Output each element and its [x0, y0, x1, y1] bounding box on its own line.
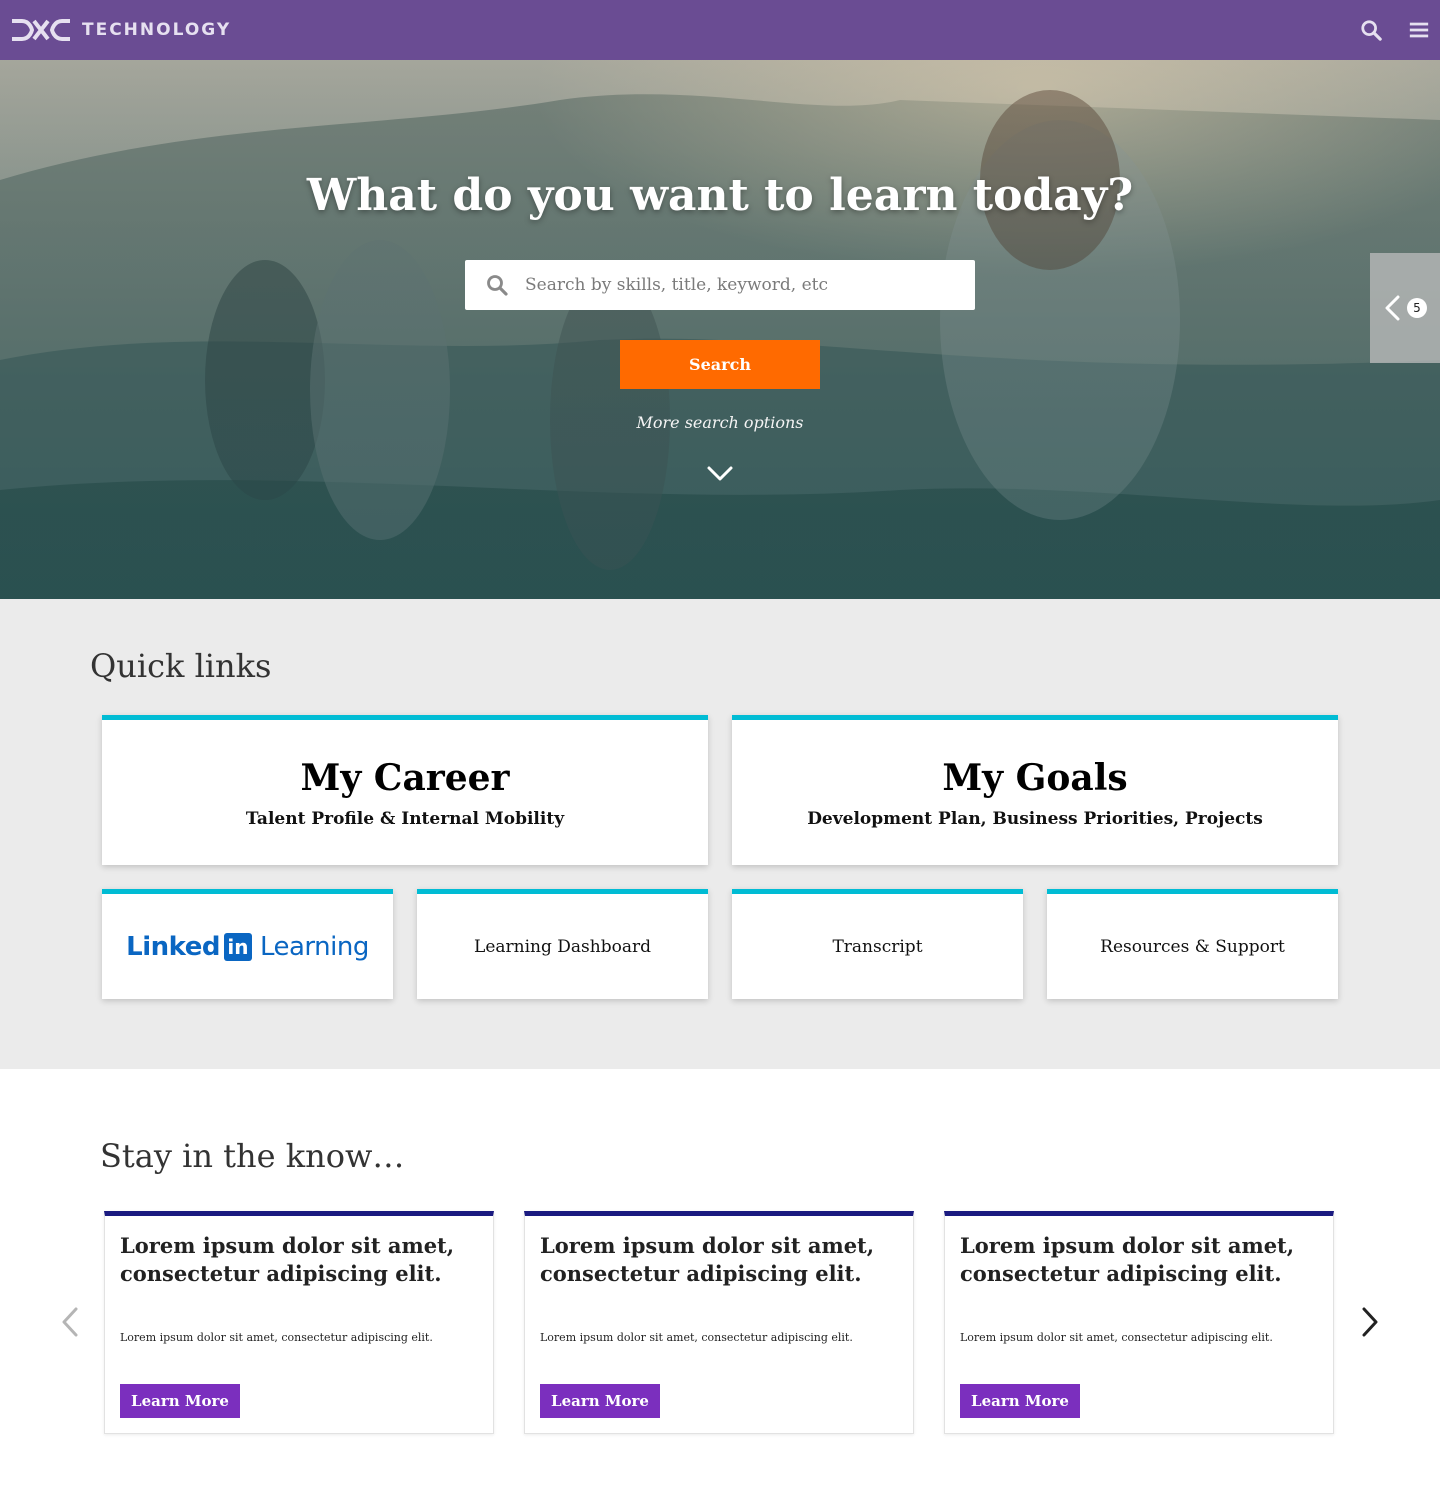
- search-icon[interactable]: [1360, 19, 1382, 41]
- search-bar: [465, 260, 975, 310]
- learn-more-button[interactable]: Learn More: [960, 1384, 1080, 1418]
- stay-in-the-know-section: Stay in the know… Lorem ipsum dolor sit …: [0, 1069, 1440, 1494]
- brand-text: TECHNOLOGY: [82, 20, 232, 40]
- top-nav-bar: TECHNOLOGY: [0, 0, 1440, 60]
- my-career-subtitle: Talent Profile & Internal Mobility: [245, 808, 565, 829]
- my-goals-title: My Goals: [942, 756, 1128, 799]
- dxc-logo-icon: [12, 19, 70, 41]
- my-goals-subtitle: Development Plan, Business Priorities, P…: [807, 808, 1263, 829]
- search-icon: [487, 275, 508, 296]
- linkedin-learning-logo: Linked in Learning: [126, 932, 369, 962]
- stay-in-the-know-title: Stay in the know…: [100, 1137, 405, 1175]
- news-card: Lorem ipsum dolor sit amet, consectetur …: [524, 1211, 914, 1434]
- my-career-title: My Career: [300, 756, 510, 799]
- transcript-label: Transcript: [832, 936, 923, 957]
- logo-linked-text: Linked: [126, 931, 220, 962]
- search-input[interactable]: [525, 262, 965, 308]
- news-card-body: Lorem ipsum dolor sit amet, consectetur …: [540, 1331, 853, 1344]
- quick-links-section: Quick links My Career Talent Profile & I…: [0, 599, 1440, 1069]
- chevron-down-icon[interactable]: [706, 464, 734, 484]
- resources-support-label: Resources & Support: [1100, 936, 1285, 957]
- news-card: Lorem ipsum dolor sit amet, consectetur …: [104, 1211, 494, 1434]
- notification-count-badge: 5: [1407, 298, 1427, 318]
- my-career-card[interactable]: My Career Talent Profile & Internal Mobi…: [102, 715, 708, 865]
- nav-actions: [1360, 19, 1430, 41]
- resources-support-card[interactable]: Resources & Support: [1047, 889, 1338, 999]
- learning-dashboard-card[interactable]: Learning Dashboard: [417, 889, 708, 999]
- news-card: Lorem ipsum dolor sit amet, consectetur …: [944, 1211, 1334, 1434]
- news-card-body: Lorem ipsum dolor sit amet, consectetur …: [960, 1331, 1273, 1344]
- news-card-title: Lorem ipsum dolor sit amet, consectetur …: [960, 1233, 1295, 1286]
- side-panel-toggle[interactable]: 5: [1370, 253, 1440, 363]
- news-card-title: Lorem ipsum dolor sit amet, consectetur …: [120, 1233, 455, 1286]
- hamburger-menu-icon[interactable]: [1408, 19, 1430, 41]
- carousel-next-icon[interactable]: [1359, 1306, 1381, 1338]
- news-card-title: Lorem ipsum dolor sit amet, consectetur …: [540, 1233, 875, 1286]
- brand-logo[interactable]: TECHNOLOGY: [10, 18, 231, 42]
- carousel-prev-icon[interactable]: [59, 1306, 81, 1338]
- learn-more-button[interactable]: Learn More: [540, 1384, 660, 1418]
- news-card-body: Lorem ipsum dolor sit amet, consectetur …: [120, 1331, 433, 1344]
- quick-links-title: Quick links: [90, 647, 272, 685]
- learning-dashboard-label: Learning Dashboard: [474, 936, 651, 957]
- hero-title: What do you want to learn today?: [306, 170, 1134, 221]
- chevron-left-icon: [1385, 295, 1400, 321]
- logo-learning-text: Learning: [259, 931, 369, 962]
- hero-overlay: [0, 60, 1440, 599]
- hero-banner: What do you want to learn today? Search …: [0, 60, 1440, 599]
- linkedin-in-icon: in: [223, 932, 252, 961]
- search-button[interactable]: Search: [620, 340, 820, 389]
- my-goals-card[interactable]: My Goals Development Plan, Business Prio…: [732, 715, 1338, 865]
- learn-more-button[interactable]: Learn More: [120, 1384, 240, 1418]
- more-search-options-link[interactable]: More search options: [0, 413, 1440, 432]
- linkedin-learning-card[interactable]: Linked in Learning: [102, 889, 393, 999]
- transcript-card[interactable]: Transcript: [732, 889, 1023, 999]
